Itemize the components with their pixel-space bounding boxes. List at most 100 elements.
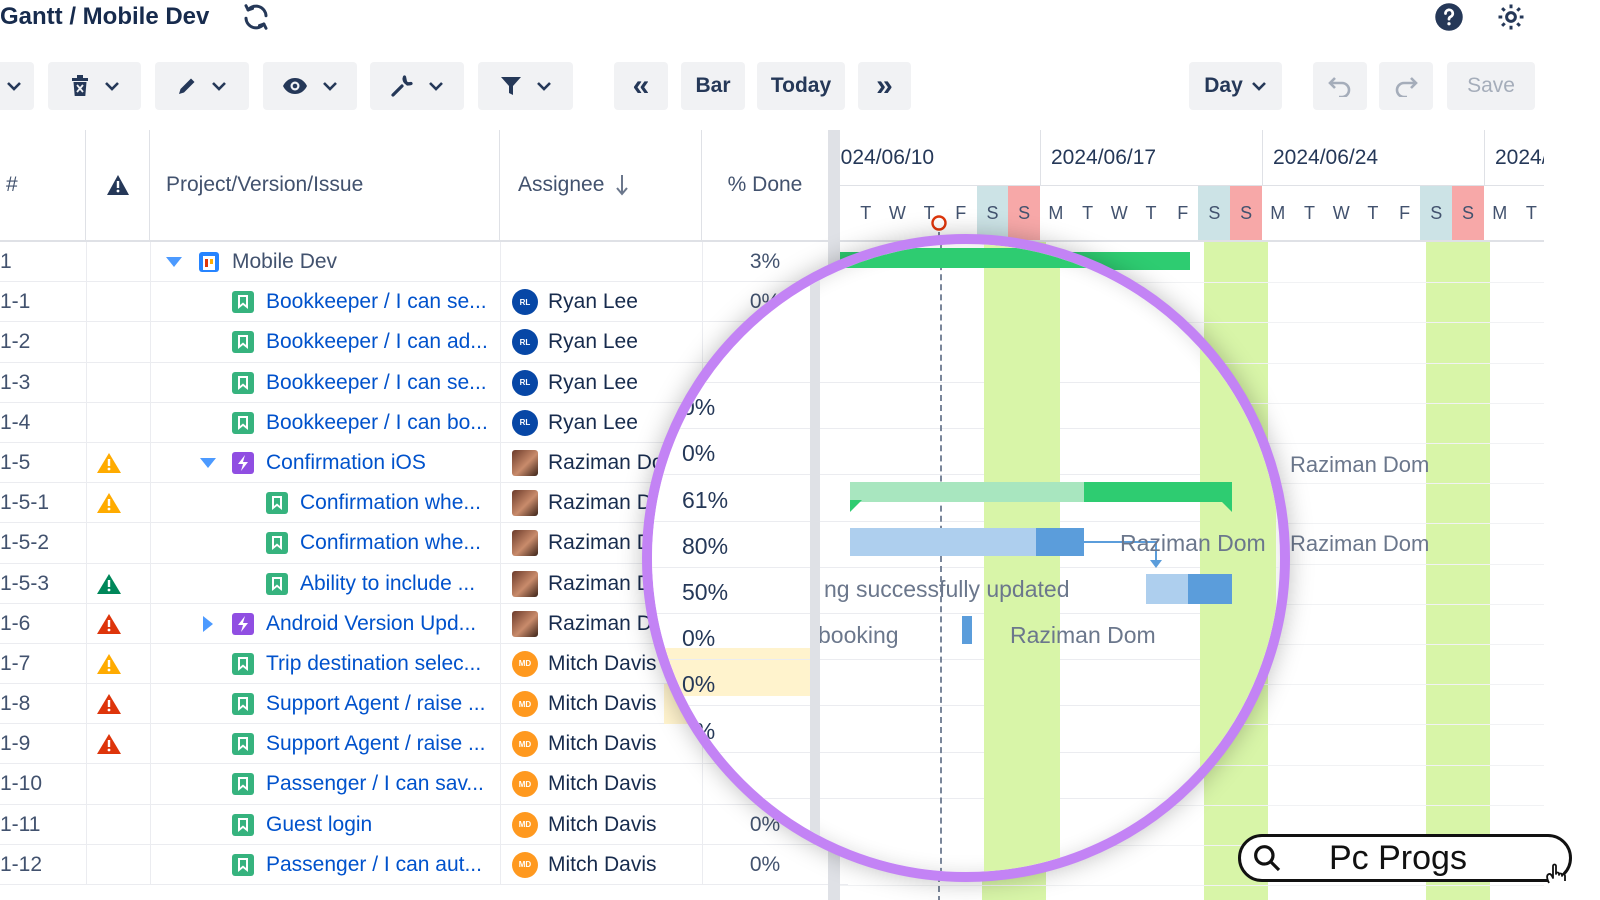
today-label: Today	[770, 74, 832, 97]
column-divider	[150, 603, 151, 644]
row-number: 1-1	[0, 290, 31, 314]
issue-title[interactable]: Support Agent / raise ...	[266, 692, 485, 716]
help-icon[interactable]	[1432, 0, 1466, 34]
column-divider	[500, 402, 501, 443]
row-number: 1-5	[0, 450, 31, 474]
edit-dropdown-button[interactable]	[155, 62, 249, 110]
issue-title[interactable]: Android Version Upd...	[266, 612, 476, 636]
issue-title[interactable]: Confirmation whe...	[300, 491, 481, 515]
warning-icon[interactable]	[96, 653, 122, 675]
issue-title[interactable]: Bookkeeper / I can se...	[266, 371, 487, 395]
assignee-name: Mitch Davis	[548, 651, 657, 675]
warning-icon[interactable]	[96, 573, 122, 595]
story-icon	[232, 773, 254, 796]
zoom-select[interactable]: Day	[1189, 62, 1282, 110]
story-icon	[232, 331, 254, 354]
timeline-day-cell: S	[1008, 186, 1041, 240]
issue-title[interactable]: Ability to include ...	[300, 572, 475, 596]
issue-title[interactable]: Confirmation whe...	[300, 531, 481, 555]
avatar: MD	[512, 811, 538, 838]
tools-dropdown-button[interactable]	[370, 62, 464, 110]
gear-icon[interactable]	[1494, 0, 1528, 34]
issue-title[interactable]: Bookkeeper / I can bo...	[266, 411, 488, 435]
avatar	[512, 490, 538, 517]
row-number: 1-5-1	[0, 491, 50, 515]
issue-title[interactable]: Trip destination selec...	[266, 652, 481, 676]
expand-caret-icon[interactable]	[198, 615, 218, 632]
row-issue-cell: Android Version Upd...	[198, 604, 500, 644]
issue-title[interactable]: Confirmation iOS	[266, 451, 426, 475]
row-issue-cell: Confirmation whe...	[266, 523, 500, 563]
column-assignee[interactable]: Assignee	[500, 130, 702, 240]
warning-icon	[106, 175, 129, 195]
column-assignee-label: Assignee	[518, 173, 605, 196]
issue-title[interactable]: Bookkeeper / I can ad...	[266, 330, 488, 354]
warning-icon[interactable]	[96, 492, 122, 514]
column-divider	[150, 523, 151, 564]
issue-title[interactable]: Bookkeeper / I can se...	[266, 290, 487, 314]
today-button[interactable]: Today	[757, 62, 845, 110]
bar-label: Bar	[695, 74, 731, 97]
column-number[interactable]: #	[0, 130, 86, 240]
assignee-name: Mitch Davis	[548, 772, 657, 796]
filter-dropdown-button[interactable]	[478, 62, 573, 110]
column-divider	[500, 603, 501, 644]
zoom-value: Day	[1204, 74, 1243, 97]
row-warning-cell	[86, 805, 150, 845]
row-issue-cell: Passenger / I can sav...	[232, 764, 500, 804]
filter-icon	[500, 77, 521, 95]
row-number: 1-8	[0, 692, 31, 716]
save-button[interactable]: Save	[1447, 62, 1535, 110]
zoomed-highlight-cell	[652, 648, 810, 696]
zoomed-done-percent: 0%	[682, 717, 716, 744]
issue-title[interactable]: Support Agent / raise ...	[266, 732, 485, 756]
timeline-day-cell: F	[1399, 202, 1411, 223]
scroll-previous-button[interactable]: «	[614, 62, 668, 110]
watermark-text: Pc Progs	[1329, 838, 1467, 877]
issue-title[interactable]: Passenger / I can aut...	[266, 853, 482, 877]
avatar: RL	[512, 289, 538, 316]
sync-icon[interactable]	[239, 0, 273, 34]
warning-icon[interactable]	[96, 452, 122, 474]
view-dropdown-button[interactable]	[263, 62, 357, 110]
assignee-name: Mitch Davis	[548, 692, 657, 716]
wrench-icon	[391, 75, 413, 97]
zoomed-task-bar	[1146, 574, 1232, 604]
bar-button[interactable]: Bar	[681, 62, 745, 110]
collapse-caret-icon[interactable]	[198, 457, 218, 468]
redo-button[interactable]	[1379, 62, 1433, 110]
chevron-down-icon	[212, 82, 226, 91]
column-warning[interactable]	[86, 130, 150, 240]
column-done[interactable]: % Done	[702, 130, 828, 240]
issue-title[interactable]: Mobile Dev	[232, 250, 337, 274]
column-issue[interactable]: Project/Version/Issue	[150, 130, 500, 240]
warning-icon[interactable]	[96, 693, 122, 715]
row-warning-cell	[86, 483, 150, 523]
issue-title[interactable]: Passenger / I can sav...	[266, 772, 484, 796]
row-number: 1	[0, 250, 12, 273]
scroll-next-button[interactable]: »	[858, 62, 911, 110]
row-number: 1-4	[0, 410, 31, 434]
page-header: Gantt / Mobile Dev	[0, 0, 273, 34]
row-warning-cell	[86, 604, 150, 644]
warning-icon[interactable]	[96, 733, 122, 755]
delete-dropdown-button[interactable]	[48, 62, 141, 110]
timeline-day-cell: S	[1198, 186, 1231, 240]
issue-title[interactable]: Guest login	[266, 813, 372, 837]
redo-icon	[1395, 77, 1418, 97]
row-issue-cell: Bookkeeper / I can ad...	[232, 322, 500, 362]
menu-dropdown-button[interactable]	[0, 62, 34, 110]
column-divider	[500, 483, 501, 524]
zoomed-done-percent: 0%	[682, 625, 716, 652]
bar-assignee-label: Raziman Dom	[1290, 452, 1430, 477]
row-issue-cell: Confirmation whe...	[266, 483, 500, 523]
undo-button[interactable]	[1313, 62, 1367, 110]
row-warning-cell	[86, 764, 150, 804]
warning-icon[interactable]	[96, 613, 122, 635]
row-number: 1-5-2	[0, 531, 50, 555]
watermark-search-pill: Pc Progs	[1238, 834, 1572, 884]
collapse-caret-icon[interactable]	[164, 257, 184, 267]
bar-assignee-label: Raziman Dom	[1290, 531, 1430, 556]
column-divider	[150, 684, 151, 725]
timeline-day-cell: F	[955, 202, 967, 223]
